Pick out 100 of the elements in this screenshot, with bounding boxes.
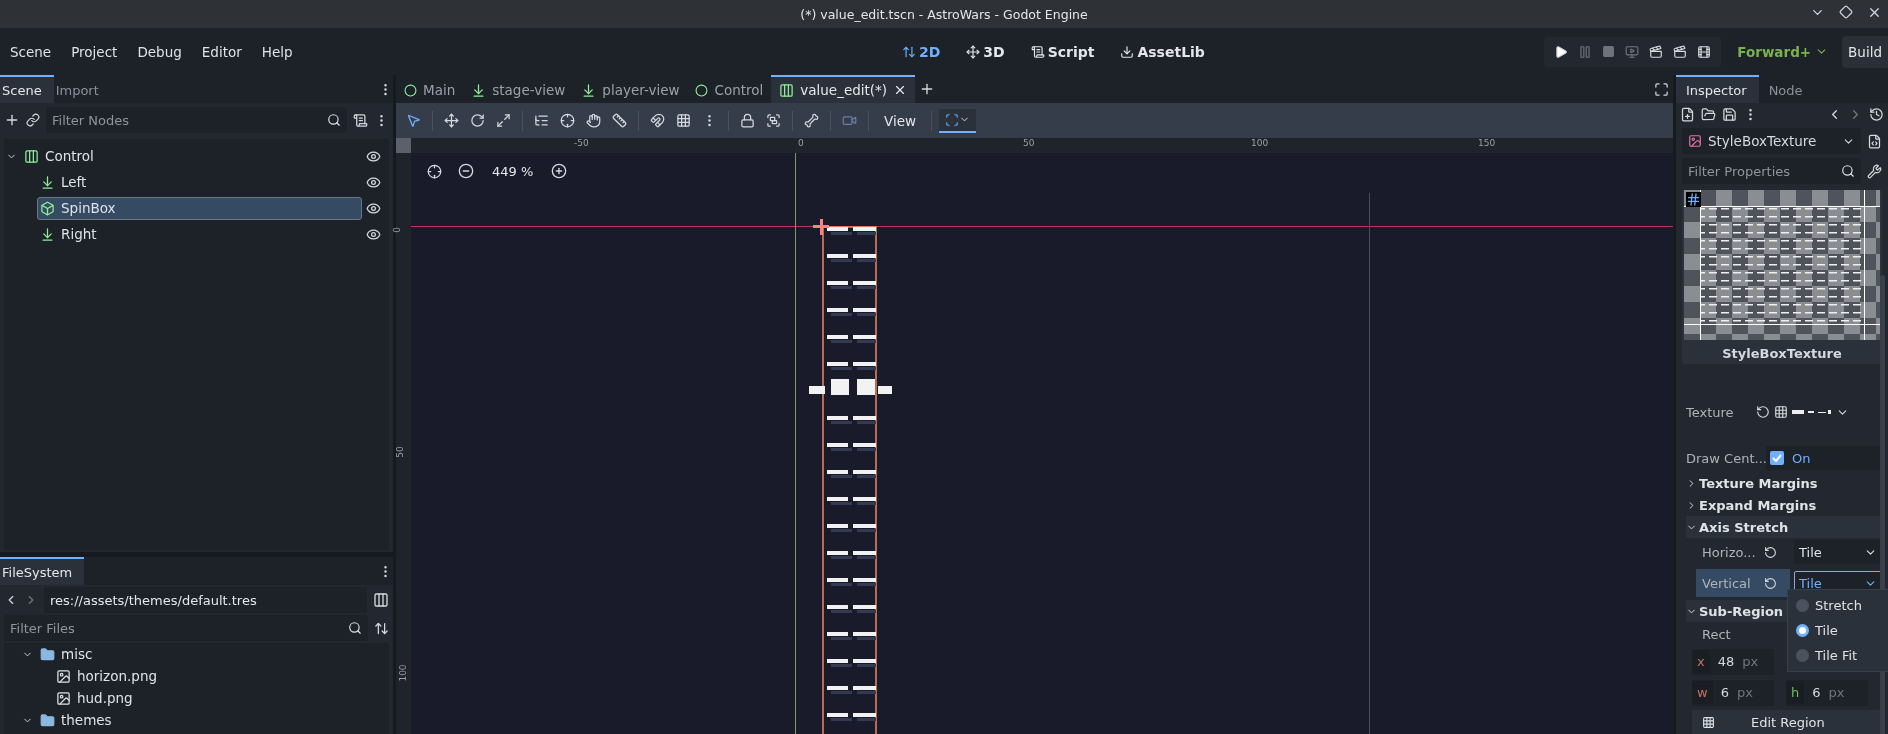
section-header[interactable]: Axis Stretch	[1686, 516, 1882, 538]
docs-icon[interactable]	[1867, 133, 1882, 149]
menu-item[interactable]: Project	[61, 43, 128, 60]
visibility-icon[interactable]	[366, 174, 381, 190]
property-label: Texture	[1686, 404, 1735, 420]
ruler-label: 100	[397, 664, 408, 682]
edit-region-button[interactable]: Edit Region	[1692, 710, 1882, 734]
search-icon	[348, 621, 362, 635]
dock-tab[interactable]: Scene	[0, 75, 54, 103]
workspace-button[interactable]: 2D	[895, 42, 947, 61]
workspace-button[interactable]: Script	[1024, 42, 1101, 61]
tree-node[interactable]: Right	[37, 222, 362, 246]
view-menu[interactable]: View	[876, 108, 925, 133]
path-field[interactable]: res://assets/themes/default.tres	[44, 587, 367, 613]
filter-nodes-field[interactable]: Filter Nodes	[46, 107, 347, 133]
stretch-dropdown[interactable]: Tile	[1794, 540, 1882, 564]
file-item[interactable]: horizon.png	[53, 664, 381, 688]
grid-icon[interactable]	[1686, 192, 1701, 207]
resource-picker[interactable]: StyleBoxTexture	[1682, 128, 1861, 154]
unit-label: px	[1828, 685, 1845, 700]
download-icon	[1120, 44, 1135, 59]
canvas-viewport[interactable]: 449 %	[411, 153, 1673, 734]
reset-icon[interactable]	[1764, 576, 1777, 590]
tools-icon[interactable]	[1867, 163, 1882, 179]
maximize-icon[interactable]	[1839, 5, 1853, 19]
menu-item[interactable]: Editor	[191, 43, 252, 60]
texture-thumbnail-icon	[1792, 408, 1832, 416]
ruler-label: -50	[574, 138, 589, 148]
anchor-toggle[interactable]	[939, 108, 977, 133]
search-icon	[327, 113, 341, 127]
document-tab[interactable]: Main	[396, 75, 464, 103]
axis-label: h	[1786, 681, 1805, 704]
build-button[interactable]: Build	[1842, 35, 1888, 68]
grid-icon	[779, 82, 795, 98]
dock-tab[interactable]: FileSystem	[0, 557, 85, 585]
filter-properties-field[interactable]: Filter Properties	[1682, 158, 1861, 184]
grid-icon	[24, 148, 39, 164]
visibility-icon[interactable]	[366, 226, 381, 242]
workspace-button[interactable]: 3D	[960, 42, 1011, 61]
folder-icon	[40, 712, 55, 728]
window-title: (*) value_edit.tscn - AstroWars - Godot Engine	[800, 6, 1088, 22]
property-label: Horizo...	[1702, 544, 1757, 560]
dock-tab[interactable]: Inspector	[1676, 75, 1759, 103]
number-field[interactable]: w 6 px	[1692, 679, 1774, 706]
property-label: Vertical	[1702, 575, 1752, 591]
menu-option[interactable]: Tile Fit	[1788, 643, 1888, 668]
ruler-label: 50	[394, 446, 405, 458]
tree-node[interactable]: Control	[21, 144, 362, 168]
draw-center-checkbox[interactable]: On	[1766, 446, 1882, 470]
visibility-icon[interactable]	[366, 148, 381, 164]
close-icon[interactable]	[1867, 5, 1882, 20]
tree-node[interactable]: Left	[37, 170, 362, 194]
search-icon	[1841, 164, 1855, 178]
workspace-button[interactable]: AssetLib	[1114, 42, 1211, 61]
region-icon	[1702, 715, 1715, 729]
number-field[interactable]: h 6 px	[1786, 679, 1868, 706]
menu-item[interactable]: Scene	[0, 43, 62, 60]
document-tab[interactable]: player-view	[573, 75, 688, 103]
visibility-icon[interactable]	[366, 200, 381, 216]
new-file-icon[interactable]	[1680, 107, 1695, 122]
file-item[interactable]: themes	[37, 708, 381, 732]
file-item[interactable]: misc	[37, 643, 381, 666]
add-icon[interactable]	[4, 112, 20, 128]
menu-item[interactable]: Help	[251, 43, 303, 60]
document-tab[interactable]: Control	[687, 75, 772, 103]
section-header[interactable]: Texture Margins	[1686, 472, 1882, 494]
folder-icon	[40, 646, 55, 662]
section-header[interactable]: Expand Margins	[1686, 494, 1882, 516]
filter-files-field[interactable]: Filter Files	[4, 615, 368, 641]
document-tab[interactable]: stage-view	[463, 75, 574, 103]
ruler-label: 50	[1023, 138, 1035, 148]
sort-icon[interactable]	[374, 620, 389, 636]
circle-icon	[404, 83, 417, 97]
tree-node[interactable]: SpinBox	[37, 196, 362, 220]
resource-type-label: StyleBoxTexture	[1722, 345, 1842, 363]
history-icon[interactable]	[1869, 107, 1884, 122]
dock-tab[interactable]: Import	[53, 75, 111, 103]
dock-tab[interactable]: Node	[1758, 75, 1815, 103]
number-field[interactable]: x 48 px	[1692, 648, 1774, 675]
layout-icon[interactable]	[373, 592, 389, 608]
link-icon[interactable]	[26, 113, 40, 127]
axis-icon	[966, 44, 981, 59]
renderer-dropdown[interactable]: Forward+	[1731, 42, 1835, 61]
script-icon[interactable]	[353, 112, 368, 128]
axis-label: w	[1692, 681, 1713, 704]
download-icon	[40, 226, 55, 242]
image-icon	[1688, 134, 1702, 148]
property-label: Rect	[1702, 626, 1732, 642]
zoom-level: 449 %	[491, 163, 535, 179]
reset-icon[interactable]	[1756, 405, 1770, 419]
ruler-label: 100	[1251, 138, 1269, 148]
save-icon[interactable]	[1722, 107, 1737, 122]
menu-item[interactable]: Debug	[127, 43, 192, 60]
axis-icon	[901, 44, 916, 59]
document-tab[interactable]: value_edit(*)	[771, 75, 916, 103]
file-item[interactable]: hud.png	[53, 686, 381, 710]
reset-icon[interactable]	[1764, 545, 1777, 559]
folder-icon[interactable]	[1701, 107, 1716, 122]
ruler-label: 0	[798, 138, 804, 148]
ruler-corner	[396, 138, 411, 153]
